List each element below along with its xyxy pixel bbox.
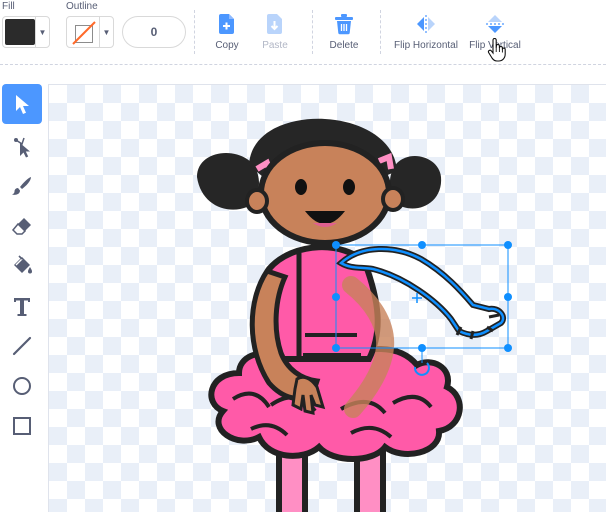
paste-button[interactable]: Paste: [258, 12, 292, 56]
chevron-down-icon: ▼: [99, 17, 113, 47]
divider: [194, 10, 195, 54]
fill-color-picker[interactable]: ▼: [2, 16, 50, 48]
copy-icon: [217, 12, 237, 36]
delete-button[interactable]: Delete: [326, 12, 362, 56]
rectangle-icon: [13, 417, 31, 435]
reshape-tool[interactable]: [2, 126, 42, 166]
outline-label: Outline: [66, 1, 98, 12]
flip-vertical-icon: [485, 12, 505, 36]
copy-label: Copy: [215, 40, 239, 51]
trash-icon: [334, 12, 354, 36]
fill-label: Fill: [2, 1, 15, 12]
hand-cursor-icon: [487, 38, 506, 62]
tutu-skirt: [208, 345, 463, 462]
delete-label: Delete: [329, 40, 359, 51]
no-color-slash-icon: [72, 21, 96, 45]
paste-icon: [265, 12, 285, 36]
rectangle-tool[interactable]: [2, 406, 42, 446]
reshape-icon: [14, 137, 30, 158]
fill-swatch: [5, 19, 35, 45]
flip-horizontal-icon: [415, 12, 437, 36]
circle-icon: [13, 377, 31, 395]
divider: [312, 10, 313, 54]
flip-horizontal-label: Flip Horizontal: [394, 40, 458, 51]
toolbar: Fill ▼ Outline ▼ 0 Copy Paste Delete Fli…: [0, 0, 606, 64]
fill-tool[interactable]: [2, 246, 42, 286]
arrow-pointer-icon: [16, 95, 29, 114]
paint-editor: Fill ▼ Outline ▼ 0 Copy Paste Delete Fli…: [0, 0, 606, 512]
paint-canvas[interactable]: [48, 84, 606, 512]
divider: [380, 10, 381, 54]
circle-tool[interactable]: [2, 366, 42, 406]
paint-bucket-icon: [14, 255, 32, 274]
chevron-down-icon: ▼: [35, 17, 49, 47]
tool-rail: [0, 84, 46, 512]
line-tool[interactable]: [2, 326, 42, 366]
costume-drawing: [197, 118, 512, 512]
line-icon: [12, 336, 32, 356]
text-icon: [14, 298, 30, 316]
paste-label: Paste: [262, 40, 288, 51]
copy-button[interactable]: Copy: [210, 12, 244, 56]
outline-color-picker[interactable]: ▼: [66, 16, 114, 48]
eraser-icon: [11, 218, 31, 235]
outline-width-input[interactable]: 0: [122, 16, 186, 48]
toolbar-divider: [0, 64, 606, 65]
flip-horizontal-button[interactable]: Flip Horizontal: [393, 12, 459, 56]
text-tool[interactable]: [2, 286, 42, 326]
brush-icon: [12, 177, 31, 195]
brush-tool[interactable]: [2, 166, 42, 206]
outline-swatch: [69, 19, 99, 45]
eraser-tool[interactable]: [2, 206, 42, 246]
select-tool[interactable]: [2, 84, 42, 124]
